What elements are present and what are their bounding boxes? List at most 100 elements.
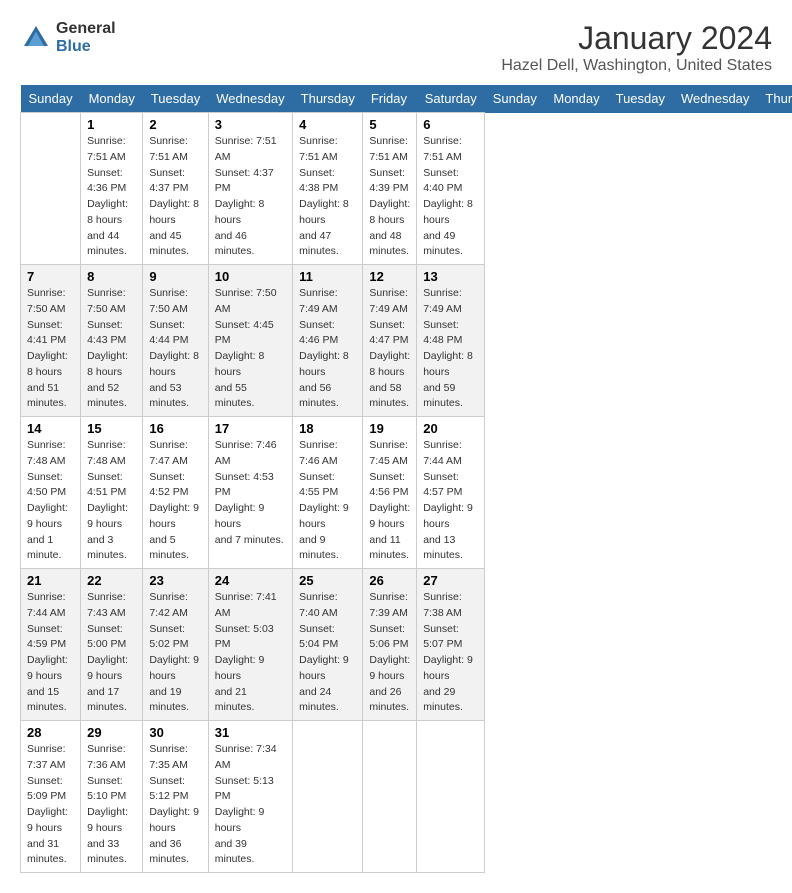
day-number: 29 xyxy=(87,725,136,740)
col-header-wednesday: Wednesday xyxy=(673,85,757,113)
day-info: Sunrise: 7:51 AMSunset: 4:39 PMDaylight:… xyxy=(369,134,410,260)
week-row-3: 14 Sunrise: 7:48 AMSunset: 4:50 PMDayligh… xyxy=(21,417,792,569)
day-number: 16 xyxy=(149,421,201,436)
calendar-cell: 12 Sunrise: 7:49 AMSunset: 4:47 PMDayligh… xyxy=(363,265,417,417)
calendar-cell: 7Sunrise: 7:50 AMSunset: 4:41 PMDaylight… xyxy=(21,265,81,417)
day-number: 6 xyxy=(423,117,478,132)
calendar-header-row: SundayMondayTuesdayWednesdayThursdayFrid… xyxy=(21,85,792,113)
day-info: Sunrise: 7:44 AMSunset: 4:59 PMDaylight:… xyxy=(27,590,74,716)
calendar-cell: 2Sunrise: 7:51 AMSunset: 4:37 PMDaylight… xyxy=(143,113,208,265)
calendar-cell xyxy=(417,721,485,873)
calendar-cell: 14 Sunrise: 7:48 AMSunset: 4:50 PMDayligh… xyxy=(21,417,81,569)
calendar-cell: 24Sunrise: 7:41 AMSunset: 5:03 PMDayligh… xyxy=(208,569,292,721)
calendar-cell xyxy=(21,113,81,265)
week-row-1: 1 Sunrise: 7:51 AMSunset: 4:36 PMDaylight… xyxy=(21,113,792,265)
calendar-cell: 18 Sunrise: 7:46 AMSunset: 4:55 PMDayligh… xyxy=(293,417,363,569)
calendar-cell: 29 Sunrise: 7:36 AMSunset: 5:10 PMDayligh… xyxy=(81,721,143,873)
calendar-cell: 21Sunrise: 7:44 AMSunset: 4:59 PMDayligh… xyxy=(21,569,81,721)
week-row-5: 28 Sunrise: 7:37 AMSunset: 5:09 PMDayligh… xyxy=(21,721,792,873)
col-header-thursday: Thursday xyxy=(757,85,792,113)
day-of-week-thursday: Thursday xyxy=(293,85,363,113)
day-info: Sunrise: 7:41 AMSunset: 5:03 PMDaylight:… xyxy=(215,590,286,716)
day-info: Sunrise: 7:51 AMSunset: 4:36 PMDaylight:… xyxy=(87,134,136,260)
day-of-week-saturday: Saturday xyxy=(417,85,485,113)
calendar-cell: 8 Sunrise: 7:50 AMSunset: 4:43 PMDaylight… xyxy=(81,265,143,417)
day-info: Sunrise: 7:39 AMSunset: 5:06 PMDaylight:… xyxy=(369,590,410,716)
day-info: Sunrise: 7:50 AMSunset: 4:43 PMDaylight:… xyxy=(87,286,136,412)
day-info: Sunrise: 7:43 AMSunset: 5:00 PMDaylight:… xyxy=(87,590,136,716)
calendar-cell: 23 Sunrise: 7:42 AMSunset: 5:02 PMDayligh… xyxy=(143,569,208,721)
calendar-cell: 19Sunrise: 7:45 AMSunset: 4:56 PMDayligh… xyxy=(363,417,417,569)
calendar-cell: 10Sunrise: 7:50 AMSunset: 4:45 PMDayligh… xyxy=(208,265,292,417)
calendar-cell: 17Sunrise: 7:46 AMSunset: 4:53 PMDayligh… xyxy=(208,417,292,569)
day-number: 1 xyxy=(87,117,136,132)
calendar-cell: 6 Sunrise: 7:51 AMSunset: 4:40 PMDaylight… xyxy=(417,113,485,265)
day-number: 26 xyxy=(369,573,410,588)
day-number: 10 xyxy=(215,269,286,284)
day-number: 28 xyxy=(27,725,74,740)
day-number: 12 xyxy=(369,269,410,284)
day-number: 30 xyxy=(149,725,201,740)
calendar-cell: 9Sunrise: 7:50 AMSunset: 4:44 PMDaylight… xyxy=(143,265,208,417)
logo-blue: Blue xyxy=(56,38,116,56)
day-number: 4 xyxy=(299,117,356,132)
day-of-week-tuesday: Tuesday xyxy=(143,85,208,113)
col-header-sunday: Sunday xyxy=(485,85,546,113)
day-info: Sunrise: 7:49 AMSunset: 4:46 PMDaylight:… xyxy=(299,286,356,412)
logo-general: General xyxy=(56,20,116,38)
page-header: General Blue January 2024 Hazel Dell, Wa… xyxy=(20,20,772,75)
calendar-cell: 5 Sunrise: 7:51 AMSunset: 4:39 PMDaylight… xyxy=(363,113,417,265)
day-info: Sunrise: 7:51 AMSunset: 4:38 PMDaylight:… xyxy=(299,134,356,260)
calendar-cell: 20Sunrise: 7:44 AMSunset: 4:57 PMDayligh… xyxy=(417,417,485,569)
day-info: Sunrise: 7:49 AMSunset: 4:47 PMDaylight:… xyxy=(369,286,410,412)
day-number: 8 xyxy=(87,269,136,284)
col-header-monday: Monday xyxy=(545,85,607,113)
day-info: Sunrise: 7:35 AMSunset: 5:12 PMDaylight:… xyxy=(149,742,201,868)
day-number: 19 xyxy=(369,421,410,436)
day-info: Sunrise: 7:51 AMSunset: 4:37 PMDaylight:… xyxy=(215,134,286,260)
calendar-cell: 16 Sunrise: 7:47 AMSunset: 4:52 PMDayligh… xyxy=(143,417,208,569)
day-info: Sunrise: 7:50 AMSunset: 4:41 PMDaylight:… xyxy=(27,286,74,412)
col-header-tuesday: Tuesday xyxy=(608,85,673,113)
calendar-cell: 1 Sunrise: 7:51 AMSunset: 4:36 PMDaylight… xyxy=(81,113,143,265)
day-info: Sunrise: 7:40 AMSunset: 5:04 PMDaylight:… xyxy=(299,590,356,716)
day-info: Sunrise: 7:42 AMSunset: 5:02 PMDaylight:… xyxy=(149,590,201,716)
day-info: Sunrise: 7:47 AMSunset: 4:52 PMDaylight:… xyxy=(149,438,201,564)
day-number: 18 xyxy=(299,421,356,436)
day-info: Sunrise: 7:46 AMSunset: 4:55 PMDaylight:… xyxy=(299,438,356,564)
calendar-table: SundayMondayTuesdayWednesdayThursdayFrid… xyxy=(20,85,792,873)
calendar-cell: 22Sunrise: 7:43 AMSunset: 5:00 PMDayligh… xyxy=(81,569,143,721)
day-number: 15 xyxy=(87,421,136,436)
week-row-2: 7Sunrise: 7:50 AMSunset: 4:41 PMDaylight… xyxy=(21,265,792,417)
day-number: 9 xyxy=(149,269,201,284)
calendar-cell: 25 Sunrise: 7:40 AMSunset: 5:04 PMDayligh… xyxy=(293,569,363,721)
calendar-cell: 27Sunrise: 7:38 AMSunset: 5:07 PMDayligh… xyxy=(417,569,485,721)
day-number: 25 xyxy=(299,573,356,588)
calendar-cell: 30 Sunrise: 7:35 AMSunset: 5:12 PMDayligh… xyxy=(143,721,208,873)
calendar-cell: 15 Sunrise: 7:48 AMSunset: 4:51 PMDayligh… xyxy=(81,417,143,569)
day-info: Sunrise: 7:51 AMSunset: 4:40 PMDaylight:… xyxy=(423,134,478,260)
day-info: Sunrise: 7:48 AMSunset: 4:50 PMDaylight:… xyxy=(27,438,74,564)
day-number: 31 xyxy=(215,725,286,740)
day-number: 27 xyxy=(423,573,478,588)
month-title: January 2024 xyxy=(501,20,772,57)
calendar-cell xyxy=(293,721,363,873)
calendar-cell: 11Sunrise: 7:49 AMSunset: 4:46 PMDayligh… xyxy=(293,265,363,417)
title-block: January 2024 Hazel Dell, Washington, Uni… xyxy=(501,20,772,75)
calendar-cell: 28 Sunrise: 7:37 AMSunset: 5:09 PMDayligh… xyxy=(21,721,81,873)
day-of-week-friday: Friday xyxy=(363,85,417,113)
day-info: Sunrise: 7:36 AMSunset: 5:10 PMDaylight:… xyxy=(87,742,136,868)
day-number: 3 xyxy=(215,117,286,132)
day-number: 2 xyxy=(149,117,201,132)
location: Hazel Dell, Washington, United States xyxy=(501,57,772,75)
day-number: 20 xyxy=(423,421,478,436)
day-of-week-monday: Monday xyxy=(81,85,143,113)
day-number: 23 xyxy=(149,573,201,588)
calendar-cell: 31Sunrise: 7:34 AMSunset: 5:13 PMDayligh… xyxy=(208,721,292,873)
day-info: Sunrise: 7:49 AMSunset: 4:48 PMDaylight:… xyxy=(423,286,478,412)
day-number: 14 xyxy=(27,421,74,436)
day-number: 5 xyxy=(369,117,410,132)
day-info: Sunrise: 7:48 AMSunset: 4:51 PMDaylight:… xyxy=(87,438,136,564)
calendar-cell: 13Sunrise: 7:49 AMSunset: 4:48 PMDayligh… xyxy=(417,265,485,417)
day-info: Sunrise: 7:37 AMSunset: 5:09 PMDaylight:… xyxy=(27,742,74,868)
